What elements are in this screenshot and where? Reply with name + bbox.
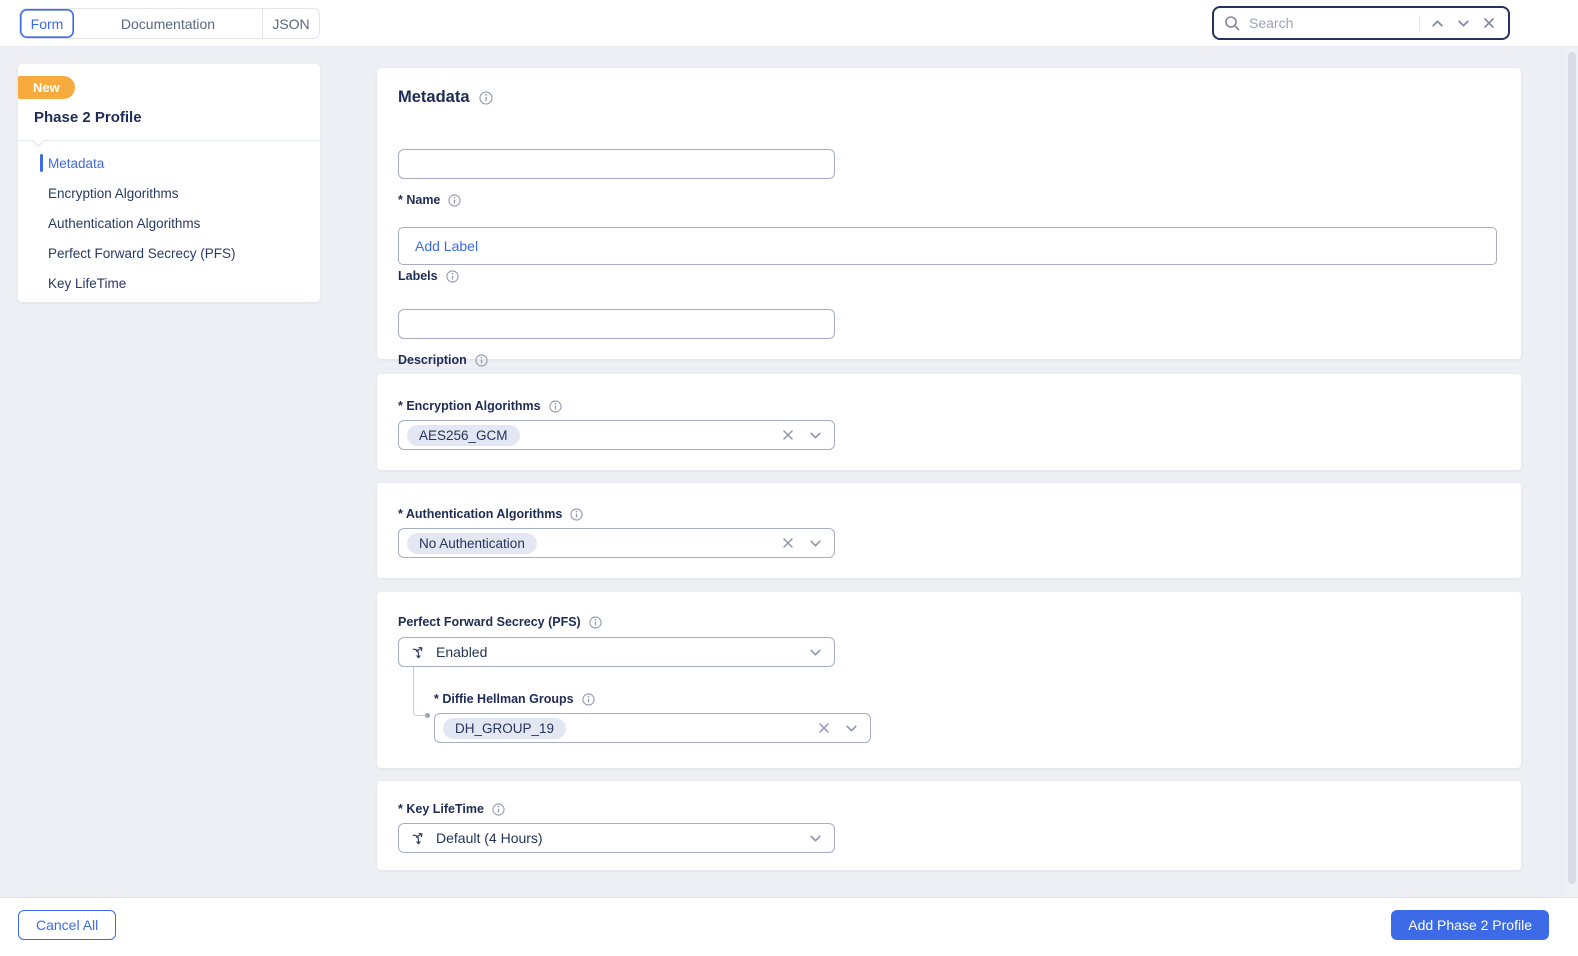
sidebar: New Phase 2 Profile Metadata Encryption … <box>18 64 320 302</box>
clear-selection-icon[interactable] <box>782 537 794 549</box>
chevron-down-icon <box>1457 17 1470 30</box>
field-label: * Name <box>398 193 441 207</box>
info-icon[interactable] <box>549 399 562 413</box>
view-mode-tabs: Form Documentation JSON <box>19 8 320 39</box>
cancel-all-button[interactable]: Cancel All <box>18 910 117 940</box>
name-label: * Name <box>398 193 461 207</box>
tab-form[interactable]: Form <box>20 9 74 38</box>
selected-chip: DH_GROUP_19 <box>443 717 567 739</box>
encryption-algorithms-section: * Encryption Algorithms AES256_GCM <box>377 374 1521 470</box>
chevron-down-icon[interactable] <box>809 646 822 659</box>
sidebar-item-label: Authentication Algorithms <box>48 215 201 231</box>
branch-icon <box>411 831 426 846</box>
chevron-down-icon[interactable] <box>809 537 822 550</box>
field-label: Labels <box>398 269 438 283</box>
encryption-algorithms-multiselect[interactable]: AES256_GCM <box>398 420 835 450</box>
add-label-button[interactable]: Add Label <box>415 238 478 254</box>
field-label: * Authentication Algorithms <box>398 507 563 521</box>
info-icon[interactable] <box>475 353 488 367</box>
selected-chip: No Authentication <box>407 532 537 554</box>
key-lifetime-value: Default (4 Hours) <box>436 830 543 846</box>
status-badge-new: New <box>18 76 75 99</box>
key-lifetime-label: * Key LifeTime <box>398 802 505 816</box>
info-icon[interactable] <box>446 269 459 283</box>
sidebar-item-encryption-algorithms[interactable]: Encryption Algorithms <box>18 178 320 208</box>
description-label: Description <box>398 353 488 367</box>
metadata-section: Metadata * Name Labels Add Label Descrip… <box>377 68 1521 367</box>
field-label: * Diffie Hellman Groups <box>434 692 574 706</box>
sidebar-item-label: Metadata <box>48 155 105 171</box>
tab-json[interactable]: JSON <box>263 9 319 38</box>
name-field[interactable] <box>398 149 835 179</box>
sidebar-item-metadata[interactable]: Metadata <box>18 148 320 178</box>
info-icon[interactable] <box>570 507 583 521</box>
field-label: * Key LifeTime <box>398 802 484 816</box>
pfs-label: Perfect Forward Secrecy (PFS) <box>398 615 602 629</box>
info-icon[interactable] <box>448 193 461 207</box>
dh-groups-multiselect[interactable]: DH_GROUP_19 <box>434 713 871 743</box>
dh-groups-label: * Diffie Hellman Groups <box>434 692 595 706</box>
clear-selection-icon[interactable] <box>782 429 794 441</box>
chevron-up-icon <box>1431 17 1444 30</box>
sidebar-item-label: Key LifeTime <box>48 275 127 291</box>
branch-icon <box>411 645 426 660</box>
authentication-algorithms-section: * Authentication Algorithms No Authentic… <box>377 483 1521 578</box>
encryption-algorithms-label: * Encryption Algorithms <box>398 399 562 413</box>
search-icon <box>1224 15 1241 32</box>
field-label: Perfect Forward Secrecy (PFS) <box>398 615 581 629</box>
chevron-down-icon[interactable] <box>809 429 822 442</box>
active-indicator <box>40 154 43 172</box>
chevron-down-icon[interactable] <box>845 722 858 735</box>
search-prev-button[interactable] <box>1424 10 1450 36</box>
top-bar: Form Documentation JSON <box>0 0 1578 47</box>
info-icon[interactable] <box>589 615 602 629</box>
selected-chip: AES256_GCM <box>407 424 520 446</box>
sidebar-title: Phase 2 Profile <box>34 109 142 126</box>
connector-dot <box>425 713 430 718</box>
authentication-algorithms-label: * Authentication Algorithms <box>398 507 583 521</box>
collapse-notch-icon <box>32 134 45 147</box>
add-phase2-profile-button[interactable]: Add Phase 2 Profile <box>1391 910 1549 940</box>
sidebar-divider <box>18 134 320 147</box>
sidebar-item-key-lifetime[interactable]: Key LifeTime <box>18 268 320 298</box>
search-divider <box>1419 15 1420 31</box>
description-field[interactable] <box>398 309 835 339</box>
scrollbar-track[interactable] <box>1566 48 1578 897</box>
metadata-heading: Metadata <box>398 88 493 107</box>
labels-field[interactable]: Add Label <box>398 227 1497 265</box>
info-icon[interactable] <box>492 802 505 816</box>
tab-documentation[interactable]: Documentation <box>74 9 263 38</box>
search-input[interactable] <box>1249 15 1415 31</box>
pfs-section: Perfect Forward Secrecy (PFS) Enabled * … <box>377 592 1521 768</box>
key-lifetime-dropdown[interactable]: Default (4 Hours) <box>398 823 835 853</box>
section-title: Metadata <box>398 88 470 106</box>
footer-bar: Cancel All Add Phase 2 Profile <box>0 897 1578 956</box>
nested-field-connector <box>413 667 425 716</box>
scrollbar-thumb[interactable] <box>1568 52 1576 884</box>
search-box <box>1212 6 1510 40</box>
field-label: Description <box>398 353 467 367</box>
sidebar-item-label: Perfect Forward Secrecy (PFS) <box>48 245 236 261</box>
pfs-value: Enabled <box>436 644 488 660</box>
field-label: * Encryption Algorithms <box>398 399 541 413</box>
sidebar-item-label: Encryption Algorithms <box>48 185 179 201</box>
search-next-button[interactable] <box>1450 10 1476 36</box>
sidebar-item-authentication-algorithms[interactable]: Authentication Algorithms <box>18 208 320 238</box>
labels-label: Labels <box>398 269 459 283</box>
authentication-algorithms-multiselect[interactable]: No Authentication <box>398 528 835 558</box>
close-icon <box>1483 17 1495 29</box>
sidebar-item-pfs[interactable]: Perfect Forward Secrecy (PFS) <box>18 238 320 268</box>
info-icon[interactable] <box>582 692 595 706</box>
search-close-button[interactable] <box>1476 10 1502 36</box>
clear-selection-icon[interactable] <box>818 722 830 734</box>
key-lifetime-section: * Key LifeTime Default (4 Hours) <box>377 781 1521 870</box>
chevron-down-icon[interactable] <box>809 832 822 845</box>
info-icon[interactable] <box>478 90 493 105</box>
section-nav: Metadata Encryption Algorithms Authentic… <box>18 148 320 298</box>
pfs-dropdown[interactable]: Enabled <box>398 637 835 667</box>
